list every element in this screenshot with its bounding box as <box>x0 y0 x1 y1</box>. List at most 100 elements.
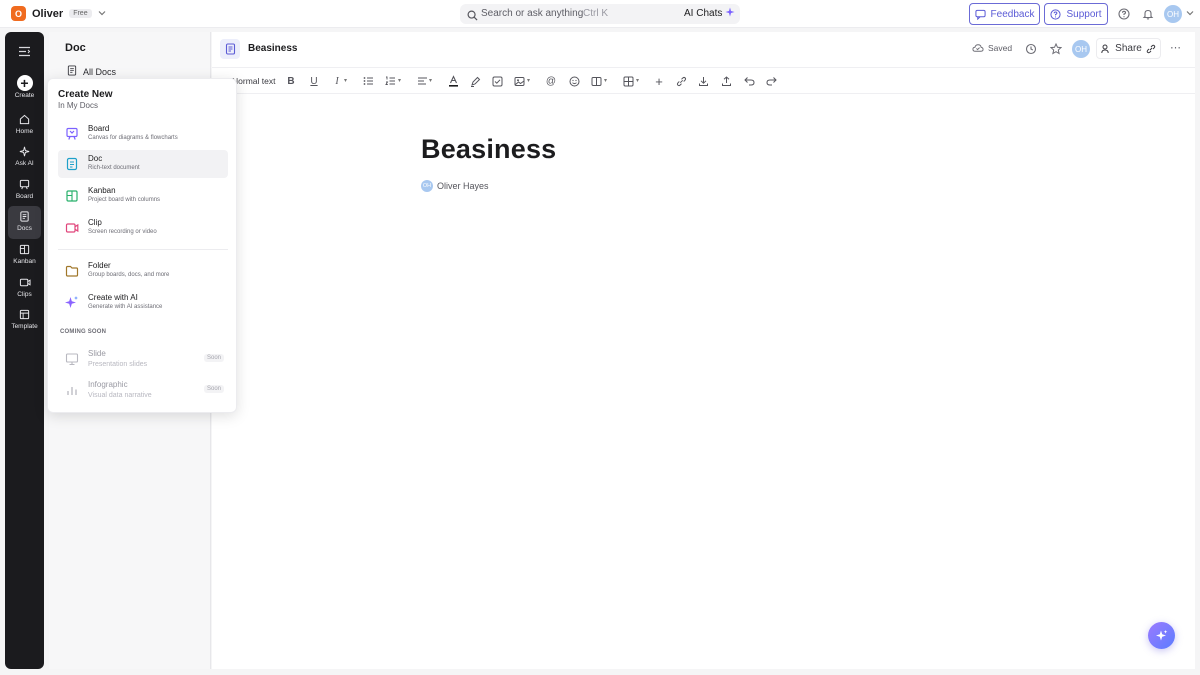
search-shortcut: Ctrl K <box>583 8 608 19</box>
rail-ask-ai[interactable]: Ask AI <box>5 144 44 172</box>
rail-label: Ask AI <box>15 160 34 167</box>
item-description: Project board with columns <box>88 197 161 203</box>
item-label: Board <box>88 124 110 133</box>
item-label: Kanban <box>88 186 116 195</box>
create-kanban-item[interactable]: Kanban Project board with columns <box>58 182 228 210</box>
italic-icon[interactable]: I <box>330 74 344 88</box>
chevron-down-icon[interactable]: ▾ <box>398 77 401 84</box>
share-button[interactable]: Share <box>1096 38 1161 59</box>
redo-icon[interactable] <box>764 74 778 88</box>
ai-assistant-button[interactable] <box>1148 622 1175 649</box>
sidebar-item-label: All Docs <box>83 66 117 77</box>
create-with-ai-item[interactable]: Create with AI Generate with AI assistan… <box>58 289 228 317</box>
item-description: Presentation slides <box>88 361 148 368</box>
text-color-icon[interactable] <box>446 74 460 88</box>
underline-icon[interactable]: U <box>307 74 321 88</box>
rail-label: Docs <box>17 225 32 232</box>
rail-label: Board <box>15 193 34 200</box>
rail-docs[interactable]: Docs <box>8 206 41 239</box>
chevron-down-icon[interactable]: ▾ <box>344 77 347 84</box>
text-style-dropdown[interactable]: Normal text <box>232 76 275 86</box>
soon-badge: Soon <box>203 385 224 393</box>
doc-icon <box>19 209 30 223</box>
plus-icon[interactable]: + <box>652 74 666 89</box>
history-icon[interactable] <box>1024 42 1038 56</box>
ai-chats-button[interactable]: AI Chats <box>684 8 722 19</box>
cloud-icon <box>972 44 984 52</box>
rail-label: Template <box>11 323 38 330</box>
slide-icon <box>64 351 79 366</box>
format-toolbar: Normal text B U I ▾ ▾ ▾ ▾ @ ▾ ▾ + <box>212 68 1195 94</box>
emoji-icon[interactable] <box>567 74 581 88</box>
doc-icon <box>64 156 79 171</box>
highlighter-icon[interactable] <box>468 74 482 88</box>
sparkle-icon <box>1156 630 1168 641</box>
create-clip-item[interactable]: Clip Screen recording or video <box>58 214 228 242</box>
sparkle-icon <box>64 295 79 310</box>
clip-icon <box>64 220 79 235</box>
feedback-label: Feedback <box>990 8 1035 20</box>
support-button[interactable]: Support <box>1044 3 1108 25</box>
chevron-down-icon[interactable]: ▾ <box>636 77 639 84</box>
rail-clips[interactable]: Clips <box>5 275 44 303</box>
star-icon[interactable] <box>1049 42 1063 56</box>
rail-template[interactable]: Template <box>5 307 44 335</box>
item-label: Create with AI <box>88 293 138 302</box>
folder-icon <box>64 263 79 278</box>
help-icon[interactable] <box>1117 7 1131 21</box>
item-description: Screen recording or video <box>88 229 157 235</box>
more-options-icon[interactable]: ⋯ <box>1170 41 1181 54</box>
user-avatar[interactable]: OH <box>1164 5 1182 23</box>
align-icon[interactable] <box>415 74 429 88</box>
item-description: Generate with AI assistance <box>88 304 163 310</box>
document-title[interactable]: Beasiness <box>421 134 556 165</box>
image-icon[interactable] <box>512 74 526 88</box>
item-label: Folder <box>88 261 111 270</box>
doc-header: Beasiness Saved OH Share ⋯ <box>212 32 1195 68</box>
create-folder-item[interactable]: Folder Group boards, docs, and more <box>58 257 228 285</box>
feedback-button[interactable]: Feedback <box>969 3 1040 25</box>
rail-label: Kanban <box>13 258 36 265</box>
rail-board[interactable]: Board <box>5 177 44 205</box>
import-icon[interactable] <box>696 74 710 88</box>
export-icon[interactable] <box>719 74 733 88</box>
table-icon[interactable] <box>621 74 635 88</box>
rail-label: Create <box>14 92 35 99</box>
author-avatar: OH <box>421 180 433 192</box>
chevron-down-icon[interactable]: ▾ <box>527 77 530 84</box>
rail-create[interactable]: + Create <box>5 75 44 104</box>
global-search[interactable]: Search or ask anything Ctrl K AI Chats <box>460 4 740 24</box>
rail-kanban[interactable]: Kanban <box>5 242 44 270</box>
create-new-menu: Create New In My Docs Board Canvas for d… <box>47 78 237 413</box>
doc-title[interactable]: Beasiness <box>248 43 297 54</box>
workspace-avatar: O <box>11 6 26 21</box>
create-doc-item[interactable]: Doc Rich-text document <box>58 150 228 178</box>
clip-icon <box>19 275 31 289</box>
soon-badge: Soon <box>203 354 224 362</box>
workspace-name: Oliver <box>32 7 64 20</box>
columns-icon[interactable] <box>589 74 603 88</box>
rail-home[interactable]: Home <box>5 112 44 140</box>
help-circle-icon <box>1050 8 1062 20</box>
home-icon <box>19 112 30 126</box>
menu-collapse-icon[interactable] <box>18 44 31 62</box>
sidebar-item-all-docs[interactable]: All Docs <box>67 65 116 78</box>
undo-icon[interactable] <box>742 74 756 88</box>
chevron-down-icon[interactable]: ▾ <box>604 77 607 84</box>
bell-icon[interactable] <box>1141 7 1155 21</box>
save-status: Saved <box>972 43 1012 53</box>
top-bar: O Oliver Free Search or ask anything Ctr… <box>0 0 1200 28</box>
link-icon[interactable] <box>674 74 688 88</box>
menu-title: Create New <box>58 89 113 100</box>
create-board-item[interactable]: Board Canvas for diagrams & flowcharts <box>58 120 228 148</box>
numbered-list-icon[interactable] <box>383 74 397 88</box>
chevron-down-icon[interactable] <box>1186 9 1194 19</box>
workspace-switcher[interactable]: O Oliver Free <box>11 6 106 21</box>
bullet-list-icon[interactable] <box>361 74 375 88</box>
bold-icon[interactable]: B <box>284 74 298 88</box>
item-description: Canvas for diagrams & flowcharts <box>88 135 178 141</box>
checkbox-icon[interactable] <box>490 74 504 88</box>
collaborator-avatar[interactable]: OH <box>1072 40 1090 58</box>
chevron-down-icon[interactable]: ▾ <box>429 77 432 84</box>
mention-icon[interactable]: @ <box>544 74 558 88</box>
